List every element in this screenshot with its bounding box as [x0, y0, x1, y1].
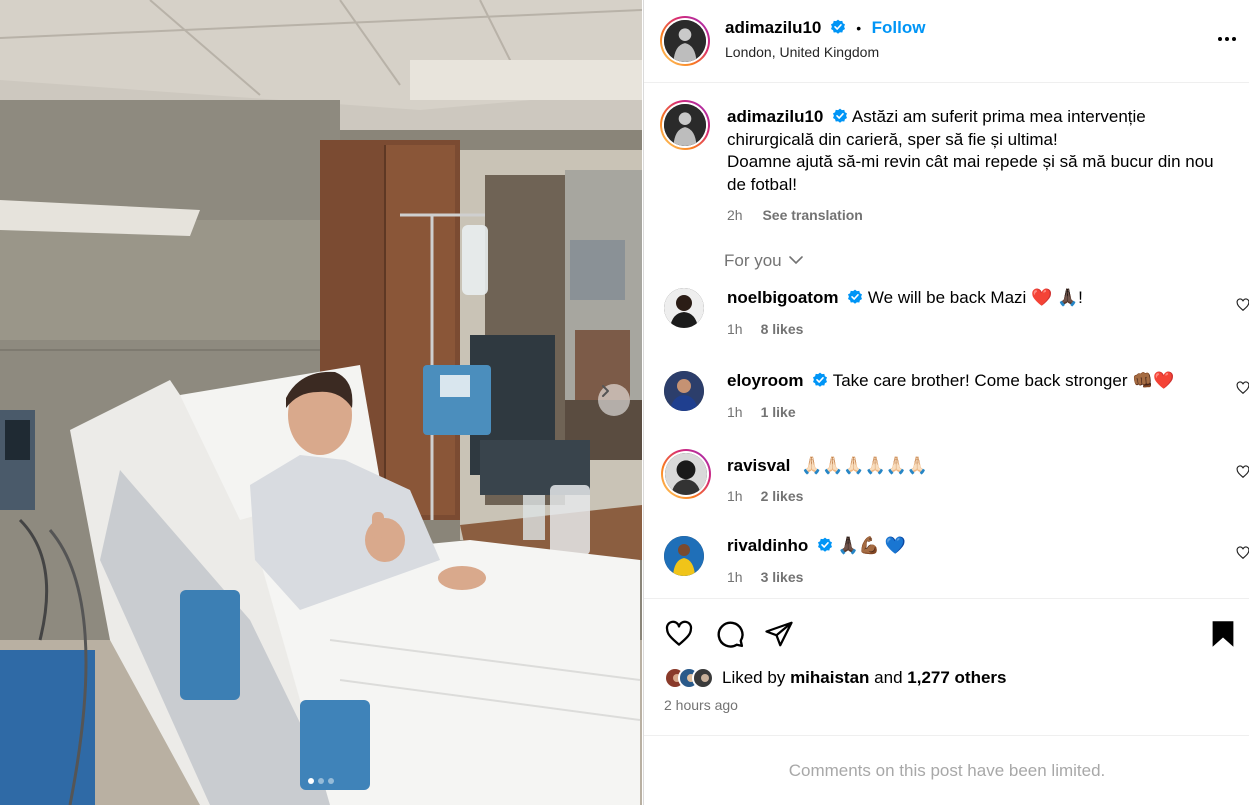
commenter-username[interactable]: rivaldinho — [727, 536, 808, 555]
post-time-ago[interactable]: 2 hours ago — [664, 697, 738, 713]
comment-text-row: rivaldinho 🙏🏿💪🏾 💙 — [727, 536, 906, 556]
carousel-dot — [328, 778, 334, 784]
comment-time[interactable]: 1h — [727, 569, 743, 585]
author-avatar[interactable] — [660, 16, 710, 66]
for-you-label: For you — [724, 251, 782, 270]
post-header: adimazilu10 • Follow London, United King… — [644, 0, 1249, 83]
comment-time[interactable]: 1h — [727, 488, 743, 504]
next-slide-icon — [602, 385, 609, 397]
comment-likes[interactable]: 8 likes — [761, 321, 804, 337]
liked-by-and: and — [874, 668, 903, 687]
bookmark-icon[interactable] — [1210, 619, 1236, 649]
see-translation-link[interactable]: See translation — [762, 207, 862, 223]
liker-avatar[interactable] — [692, 667, 714, 689]
comment-time[interactable]: 1h — [727, 404, 743, 420]
for-you-dropdown[interactable]: For you — [724, 251, 804, 271]
liked-by-row: Liked by mihaistan and 1,277 others — [664, 667, 1007, 689]
comment-likes[interactable]: 2 likes — [761, 488, 804, 504]
hospital-photo-illustration — [0, 0, 642, 805]
comment-item: ravisval 🙏🏻🙏🏻🙏🏻🙏🏻🙏🏻🙏🏻 1h 2 likes — [661, 449, 1249, 521]
comment-like-heart-icon[interactable] — [1236, 381, 1249, 395]
verified-badge-icon — [848, 289, 863, 304]
carousel-dot — [308, 778, 314, 784]
next-slide-button[interactable] — [598, 384, 630, 416]
liked-by-prefix: Liked by — [722, 668, 786, 687]
author-username[interactable]: adimazilu10 — [725, 18, 821, 37]
comment-text-row: ravisval 🙏🏻🙏🏻🙏🏻🙏🏻🙏🏻🙏🏻 — [727, 456, 928, 476]
post-actions: Liked by mihaistan and 1,277 others 2 ho… — [644, 598, 1249, 735]
caption-line-2: Doamne ajută să-mi revin cât mai repede … — [727, 152, 1214, 194]
commenter-username[interactable]: ravisval — [727, 456, 790, 475]
comment-body: Take care brother! Come back stronger 👊🏾… — [832, 371, 1175, 390]
commenter-username[interactable]: eloyroom — [727, 371, 804, 390]
comment-likes[interactable]: 1 like — [761, 404, 796, 420]
comment-icon[interactable] — [715, 619, 745, 649]
comment-meta: 1h 3 likes — [727, 569, 803, 585]
more-options-icon — [1218, 37, 1236, 41]
liked-by-user[interactable]: mihaistan — [790, 668, 869, 687]
comment-time[interactable]: 1h — [727, 321, 743, 337]
comment-body: 🙏🏻🙏🏻🙏🏻🙏🏻🙏🏻🙏🏻 — [801, 456, 929, 475]
commenter-username[interactable]: noelbigoatom — [727, 288, 838, 307]
share-icon[interactable] — [764, 619, 794, 649]
comments-limited-notice: Comments on this post have been limited. — [644, 735, 1249, 805]
caption-username[interactable]: adimazilu10 — [727, 107, 823, 126]
liked-by-others[interactable]: 1,277 others — [907, 668, 1006, 687]
comment-body: 🙏🏿💪🏾 💙 — [837, 536, 906, 555]
post-location[interactable]: London, United Kingdom — [725, 44, 879, 60]
comment-meta: 1h 1 like — [727, 404, 796, 420]
header-separator: • — [856, 20, 862, 36]
post-details-panel: adimazilu10 • Follow London, United King… — [643, 0, 1249, 805]
chevron-down-icon — [789, 256, 804, 265]
commenter-avatar[interactable] — [664, 371, 704, 411]
comment-likes[interactable]: 3 likes — [761, 569, 804, 585]
follow-button[interactable]: Follow — [872, 18, 926, 37]
comment-meta: 1h 2 likes — [727, 488, 803, 504]
comment-item: eloyroom Take care brother! Come back st… — [664, 371, 1249, 441]
comment-text-row: eloyroom Take care brother! Come back st… — [727, 371, 1175, 391]
more-options-button[interactable] — [1216, 28, 1238, 55]
caption-author-avatar[interactable] — [660, 100, 710, 150]
caption-time[interactable]: 2h — [727, 207, 743, 223]
carousel-dot — [318, 778, 324, 784]
post-photo[interactable] — [0, 0, 642, 805]
verified-badge-icon — [833, 108, 848, 123]
comment-meta: 1h 8 likes — [727, 321, 803, 337]
comment-text-row: noelbigoatom We will be back Mazi ❤️ 🙏🏿! — [727, 288, 1083, 308]
commenter-avatar[interactable] — [664, 288, 704, 328]
comment-like-heart-icon[interactable] — [1236, 298, 1249, 312]
caption-body: adimazilu10 Astăzi am suferit prima mea … — [727, 106, 1237, 227]
commenter-avatar[interactable] — [664, 536, 704, 576]
heart-icon[interactable] — [664, 619, 694, 649]
verified-badge-icon — [817, 537, 832, 552]
comment-body: We will be back Mazi ❤️ 🙏🏿! — [867, 288, 1083, 307]
verified-badge-icon — [830, 19, 845, 34]
carousel-indicator — [0, 778, 642, 784]
comment-like-heart-icon[interactable] — [1236, 546, 1249, 560]
comment-like-heart-icon[interactable] — [1236, 465, 1249, 479]
commenter-avatar[interactable] — [661, 449, 711, 499]
verified-badge-icon — [813, 372, 828, 387]
comment-item: noelbigoatom We will be back Mazi ❤️ 🙏🏿!… — [664, 288, 1249, 358]
comment-item: rivaldinho 🙏🏿💪🏾 💙 1h 3 likes — [664, 536, 1249, 606]
